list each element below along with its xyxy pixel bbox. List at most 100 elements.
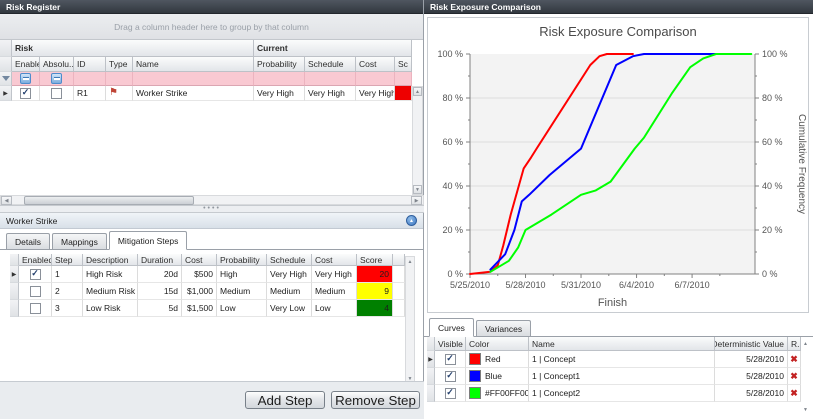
step-probability-cell[interactable]: High — [217, 266, 267, 283]
band-header-current[interactable]: Current — [254, 40, 412, 57]
step-probability-cell[interactable]: Low — [217, 300, 267, 317]
col-type[interactable]: Type — [106, 57, 133, 72]
curve-remove-cell[interactable]: ✖ — [788, 385, 801, 402]
risk-probability-cell[interactable]: Very High — [254, 86, 305, 101]
visible-checkbox[interactable] — [445, 354, 456, 365]
filter-enabled[interactable] — [12, 72, 40, 86]
filter-schedule[interactable] — [305, 72, 356, 86]
curve-visible-cell[interactable] — [435, 368, 466, 385]
risk-type-cell[interactable]: ⚑ — [106, 86, 133, 101]
tab-curves[interactable]: Curves — [429, 318, 474, 337]
curve-deterministic-cell[interactable]: 5/28/2010 — [715, 368, 788, 385]
curve-remove-cell[interactable]: ✖ — [788, 368, 801, 385]
col-deterministic-value[interactable]: Deterministic Value — [715, 337, 788, 351]
step-number-cell[interactable]: 3 — [52, 300, 83, 317]
curve-color-cell[interactable]: Red — [466, 351, 529, 368]
step-probability-cell[interactable]: Medium — [217, 283, 267, 300]
filter-id[interactable] — [74, 72, 106, 86]
curve-remove-cell[interactable]: ✖ — [788, 351, 801, 368]
tab-variances[interactable]: Variances — [476, 320, 531, 336]
col-color[interactable]: Color — [466, 337, 529, 351]
scroll-right-arrow[interactable]: ▶ — [411, 196, 422, 205]
step-cost2-cell[interactable]: Low — [312, 300, 357, 317]
step-schedule-cell[interactable]: Very Low — [267, 300, 312, 317]
filter-checkbox-icon[interactable] — [20, 73, 31, 84]
register-vscrollbar[interactable]: ▲ ▼ — [412, 86, 423, 195]
risk-row[interactable]: ▶ R1 ⚑ Worker Strike Very High Very High… — [0, 86, 423, 101]
enabled-checkbox[interactable] — [30, 303, 41, 314]
curve-deterministic-cell[interactable]: 5/28/2010 — [715, 351, 788, 368]
curve-row[interactable]: #FF00FF00 1 | Concept2 5/28/2010 ✖ — [427, 385, 801, 402]
mitigation-row[interactable]: ▶ 1 High Risk 20d $500 High Very High Ve… — [10, 266, 405, 283]
enabled-checkbox[interactable] — [20, 88, 31, 99]
absolute-checkbox[interactable] — [51, 88, 62, 99]
filter-score[interactable] — [395, 72, 412, 86]
col-visible[interactable]: Visible — [435, 337, 466, 351]
step-duration-cell[interactable]: 5d — [138, 300, 182, 317]
col-cost[interactable]: Cost — [356, 57, 395, 72]
delete-curve-icon[interactable]: ✖ — [790, 388, 798, 399]
scroll-left-arrow[interactable]: ◀ — [1, 196, 12, 205]
step-enabled-cell[interactable] — [19, 283, 52, 300]
step-cost2-cell[interactable]: Medium — [312, 283, 357, 300]
curve-row[interactable]: ▶ Red 1 | Concept 5/28/2010 ✖ — [427, 351, 801, 368]
risk-name-cell[interactable]: Worker Strike — [133, 86, 254, 101]
step-cost-cell[interactable]: $500 — [182, 266, 217, 283]
col-step[interactable]: Step — [52, 254, 83, 266]
mitigation-row[interactable]: 3 Low Risk 5d $1,500 Low Very Low Low 4 — [10, 300, 405, 317]
col-duration[interactable]: Duration — [138, 254, 182, 266]
step-duration-cell[interactable]: 20d — [138, 266, 182, 283]
curve-name-cell[interactable]: 1 | Concept — [529, 351, 715, 368]
step-number-cell[interactable]: 2 — [52, 283, 83, 300]
color-swatch[interactable] — [469, 353, 481, 365]
step-schedule-cell[interactable]: Very High — [267, 266, 312, 283]
curve-color-cell[interactable]: #FF00FF00 — [466, 385, 529, 402]
step-score-cell[interactable]: 9 — [357, 283, 393, 300]
scroll-down-arrow[interactable]: ▼ — [413, 185, 422, 194]
add-step-button[interactable]: Add Step — [245, 391, 325, 409]
risk-schedule-cell[interactable]: Very High — [305, 86, 356, 101]
step-duration-cell[interactable]: 15d — [138, 283, 182, 300]
curve-deterministic-cell[interactable]: 5/28/2010 — [715, 385, 788, 402]
col-name[interactable]: Name — [133, 57, 254, 72]
delete-curve-icon[interactable]: ✖ — [790, 371, 798, 382]
step-cost-cell[interactable]: $1,500 — [182, 300, 217, 317]
group-by-dropzone[interactable]: Drag a column header here to group by th… — [0, 14, 423, 40]
col-probability[interactable]: Probability — [217, 254, 267, 266]
col-probability[interactable]: Probability — [254, 57, 305, 72]
curve-name-cell[interactable]: 1 | Concept1 — [529, 368, 715, 385]
col-cost[interactable]: Cost — [182, 254, 217, 266]
visible-checkbox[interactable] — [445, 371, 456, 382]
register-hscrollbar[interactable]: ◀ ▶ — [0, 195, 424, 205]
filter-probability[interactable] — [254, 72, 305, 86]
step-cost-cell[interactable]: $1,000 — [182, 283, 217, 300]
visible-checkbox[interactable] — [445, 388, 456, 399]
filter-name[interactable] — [133, 72, 254, 86]
scroll-up-arrow[interactable]: ▲ — [413, 87, 422, 96]
step-enabled-cell[interactable] — [19, 300, 52, 317]
risk-score-cell[interactable] — [395, 86, 412, 101]
col-cost2[interactable]: Cost — [312, 254, 357, 266]
step-schedule-cell[interactable]: Medium — [267, 283, 312, 300]
col-absolute[interactable]: Absolu... — [40, 57, 74, 72]
filter-type[interactable] — [106, 72, 133, 86]
curve-name-cell[interactable]: 1 | Concept2 — [529, 385, 715, 402]
col-description[interactable]: Description — [83, 254, 138, 266]
col-schedule[interactable]: Schedule — [305, 57, 356, 72]
col-id[interactable]: ID — [74, 57, 106, 72]
col-remove[interactable]: R... — [788, 337, 801, 351]
tab-mitigation-steps[interactable]: Mitigation Steps — [109, 231, 187, 250]
hscroll-thumb[interactable] — [24, 196, 194, 205]
band-header-risk[interactable]: Risk — [12, 40, 254, 57]
tab-details[interactable]: Details — [6, 233, 50, 249]
scroll-up-arrow[interactable]: ▲ — [406, 257, 414, 266]
curve-visible-cell[interactable] — [435, 351, 466, 368]
col-score[interactable]: Score — [357, 254, 393, 266]
tab-mappings[interactable]: Mappings — [52, 233, 107, 249]
curve-color-cell[interactable]: Blue — [466, 368, 529, 385]
filter-cost[interactable] — [356, 72, 395, 86]
scroll-down-arrow[interactable]: ▼ — [801, 405, 810, 414]
curve-visible-cell[interactable] — [435, 385, 466, 402]
col-enabled[interactable]: Enabled — [19, 254, 52, 266]
step-number-cell[interactable]: 1 — [52, 266, 83, 283]
